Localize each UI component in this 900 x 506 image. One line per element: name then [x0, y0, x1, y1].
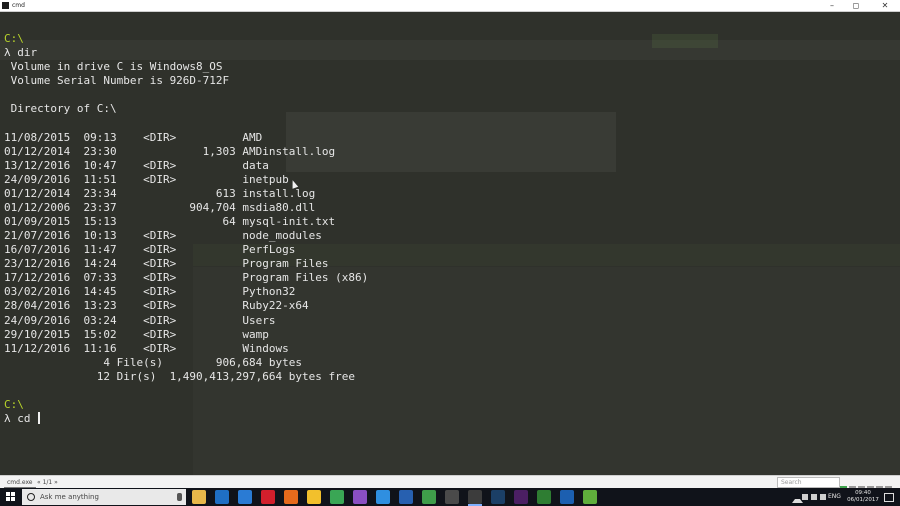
console-text: 16/07/2016 11:47 <DIR> PerfLogs: [4, 243, 296, 257]
console-text: 28/04/2016 13:23 <DIR> Ruby22-x64: [4, 299, 309, 313]
console-text: 01/12/2014 23:34 613 install.log: [4, 186, 316, 200]
notification-icon[interactable]: [884, 493, 894, 502]
window-title: cmd: [12, 2, 25, 9]
cortana-search-text: Ask me anything: [40, 493, 99, 501]
text-cursor: [38, 412, 41, 425]
console-line: 17/12/2016 07:33 <DIR> Program Files (x8…: [4, 271, 368, 285]
console-line: 24/09/2016 11:51 <DIR> inetpub: [4, 173, 368, 187]
clock[interactable]: 09:40 06/01/2017: [845, 490, 881, 504]
console-line: C:\: [4, 32, 368, 46]
console-text: 29/10/2015 15:02 <DIR> wamp: [4, 327, 269, 341]
terminal-icon[interactable]: [537, 490, 551, 504]
console-text: 24/09/2016 03:24 <DIR> Users: [4, 313, 276, 327]
maximize-button[interactable]: ◻: [845, 0, 867, 11]
console-text: 13/12/2016 10:47 <DIR> data: [4, 158, 269, 172]
android-icon[interactable]: [583, 490, 597, 504]
close-button[interactable]: ✕: [874, 0, 896, 11]
battery-icon[interactable]: [820, 494, 826, 500]
cortana-icon: [27, 493, 35, 501]
microphone-icon[interactable]: [177, 493, 182, 501]
console-line: λ cd: [4, 412, 368, 426]
cmd-app-icon: [2, 2, 9, 9]
windows-taskbar: Ask me anything ENG 09:40 06/01/2017: [0, 488, 900, 506]
clock-date: 06/01/2017: [847, 497, 879, 503]
photoshop-icon[interactable]: [491, 490, 505, 504]
console-line: 13/12/2016 10:47 <DIR> data: [4, 159, 368, 173]
clock-time: 09:40: [855, 490, 871, 496]
console-line: 28/04/2016 13:23 <DIR> Ruby22-x64: [4, 299, 368, 313]
minimize-button[interactable]: –: [821, 0, 843, 11]
window-titlebar[interactable]: cmd – ◻ ✕: [0, 0, 900, 12]
console-line: 4 File(s) 906,684 bytes: [4, 356, 368, 370]
console-text: 12 Dir(s) 1,490,413,297,664 bytes free: [4, 369, 355, 383]
source-tree-icon[interactable]: [399, 490, 413, 504]
console-line: 11/08/2015 09:13 <DIR> AMD: [4, 131, 368, 145]
console-text: 03/02/2016 14:45 <DIR> Python32: [4, 285, 296, 299]
console-line: Volume Serial Number is 926D-712F: [4, 74, 368, 88]
file-explorer-icon[interactable]: [192, 490, 206, 504]
console-text: 01/12/2006 23:37 904,704 msdia80.dll: [4, 200, 316, 214]
tab-search-input[interactable]: Search: [777, 477, 840, 488]
prompt-path: C:\: [4, 398, 24, 412]
console-line: λ dir: [4, 46, 368, 60]
console-line: 12 Dir(s) 1,490,413,297,664 bytes free: [4, 370, 368, 384]
safari-icon[interactable]: [376, 490, 390, 504]
edge-icon[interactable]: [238, 490, 252, 504]
outlook-icon[interactable]: [215, 490, 229, 504]
console-line: 29/10/2015 15:02 <DIR> wamp: [4, 328, 368, 342]
console-text: 4 File(s) 906,684 bytes: [4, 355, 303, 369]
console-text: λ dir: [4, 46, 38, 60]
console-text: 21/07/2016 10:13 <DIR> node_modules: [4, 229, 322, 243]
console-text: 24/09/2016 11:51 <DIR> inetpub: [4, 172, 289, 186]
console-text: λ cd: [4, 412, 38, 426]
console-line: 11/12/2016 11:16 <DIR> Windows: [4, 342, 368, 356]
network-icon[interactable]: [802, 494, 808, 500]
console-line: Directory of C:\: [4, 102, 368, 116]
console-line: Volume in drive C is Windows8_OS: [4, 60, 368, 74]
console-text: 11/08/2015 09:13 <DIR> AMD: [4, 130, 263, 144]
premiere-icon[interactable]: [514, 490, 528, 504]
opera-icon[interactable]: [261, 490, 275, 504]
start-button-icon[interactable]: [6, 492, 16, 502]
console-line: C:\: [4, 398, 368, 412]
console-text: Volume in drive C is Windows8_OS: [4, 60, 223, 74]
tab-pager[interactable]: « 1/1 »: [34, 478, 61, 487]
background-ghost: [652, 34, 718, 48]
visual-studio-icon[interactable]: [353, 490, 367, 504]
chrome-icon[interactable]: [330, 490, 344, 504]
conemu-icon[interactable]: [468, 490, 482, 506]
console-text: Volume Serial Number is 926D-712F: [4, 74, 230, 88]
volume-icon[interactable]: [811, 494, 817, 500]
firefox-icon[interactable]: [284, 490, 298, 504]
console-line: 16/07/2016 11:47 <DIR> PerfLogs: [4, 243, 368, 257]
console-text: Directory of C:\: [4, 102, 117, 116]
green-app-icon[interactable]: [422, 490, 436, 504]
media-player-icon[interactable]: [560, 490, 574, 504]
console-line: 01/12/2006 23:37 904,704 msdia80.dll: [4, 201, 368, 215]
console-text: 01/12/2014 23:30 1,303 AMDinstall.log: [4, 144, 336, 158]
console-line: 01/12/2014 23:30 1,303 AMDinstall.log: [4, 145, 368, 159]
console-line: 21/07/2016 10:13 <DIR> node_modules: [4, 229, 368, 243]
console-area[interactable]: C:\ λ dir Volume in drive C is Windows8_O…: [0, 12, 900, 475]
language-indicator[interactable]: ENG: [828, 488, 841, 506]
console-line: 03/02/2016 14:45 <DIR> Python32: [4, 285, 368, 299]
cortana-search-box[interactable]: Ask me anything: [22, 489, 186, 505]
obs-icon[interactable]: [445, 490, 459, 504]
console-line: 24/09/2016 03:24 <DIR> Users: [4, 314, 368, 328]
chrome-canary-icon[interactable]: [307, 490, 321, 504]
console-text: 01/09/2015 15:13 64 mysql-init.txt: [4, 215, 336, 229]
console-text: 23/12/2016 14:24 <DIR> Program Files: [4, 257, 329, 271]
console-text: 11/12/2016 11:16 <DIR> Windows: [4, 341, 289, 355]
console-line: 23/12/2016 14:24 <DIR> Program Files: [4, 257, 368, 271]
console-tab-strip: cmd.exe « 1/1 » Search: [0, 475, 900, 493]
console-line: 01/09/2015 15:13 64 mysql-init.txt: [4, 215, 368, 229]
console-output: C:\ λ dir Volume in drive C is Windows8_O…: [4, 32, 368, 426]
tab-cmd[interactable]: cmd.exe: [4, 478, 36, 488]
console-text: 17/12/2016 07:33 <DIR> Program Files (x8…: [4, 271, 369, 285]
console-line: 01/12/2014 23:34 613 install.log: [4, 187, 368, 201]
prompt-path: C:\: [4, 32, 24, 45]
